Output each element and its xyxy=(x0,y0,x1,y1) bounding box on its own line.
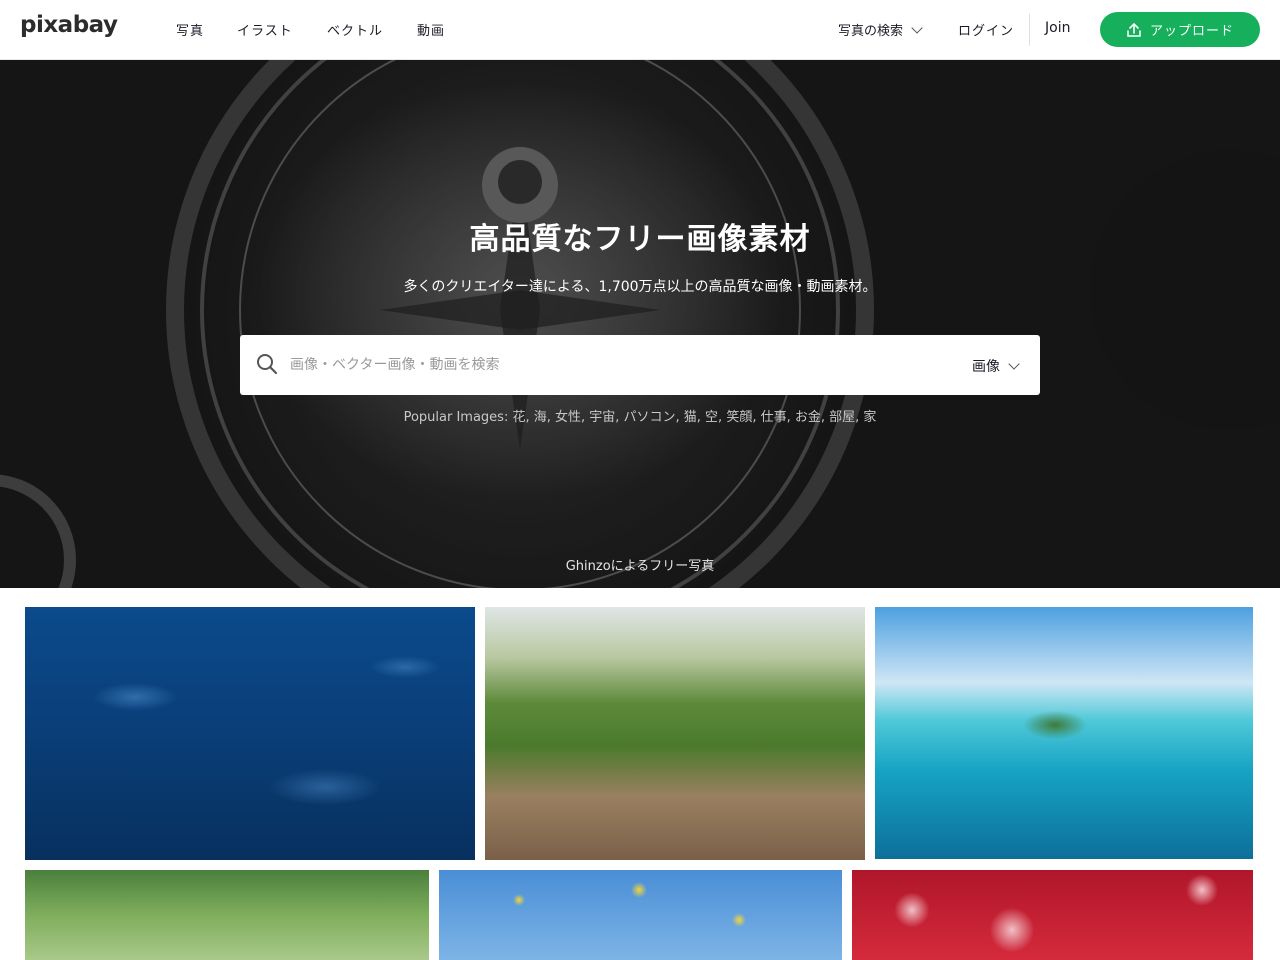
hero-title: 高品質なフリー画像素材 xyxy=(469,222,811,257)
search-category-label: 画像 xyxy=(972,359,1000,375)
upload-icon xyxy=(1127,22,1141,37)
gallery-image-tropical-island[interactable] xyxy=(875,607,1253,859)
nav-illustrations[interactable]: イラスト xyxy=(237,20,293,39)
chevron-down-icon xyxy=(911,22,923,34)
search-icon[interactable] xyxy=(256,353,278,375)
upload-button[interactable]: アップロード xyxy=(1100,12,1260,47)
gallery-image-rain-drops[interactable] xyxy=(25,607,475,860)
gallery-image-virus[interactable] xyxy=(852,870,1253,960)
gallery-image-banana-harvest[interactable] xyxy=(485,607,865,860)
login-link[interactable]: ログイン xyxy=(958,20,1014,39)
gallery-image-glass-garden[interactable] xyxy=(25,870,429,960)
pixabay-logo[interactable]: pixabay xyxy=(20,12,118,38)
nav-vectors[interactable]: ベクトル xyxy=(327,20,383,39)
photo-search-dropdown[interactable]: 写真の検索 xyxy=(838,20,923,39)
photo-credit[interactable]: Ghinzoによるフリー写真 xyxy=(0,555,1280,574)
join-link[interactable]: Join xyxy=(1045,20,1070,36)
search-input[interactable] xyxy=(290,347,950,383)
hero-banner: 高品質なフリー画像素材 多くのクリエイター達による、1,700万点以上の高品質な… xyxy=(0,60,1280,588)
upload-label: アップロード xyxy=(1149,24,1234,39)
hero-overlay xyxy=(0,60,1280,588)
header-divider xyxy=(1029,14,1030,46)
nav-photos[interactable]: 写真 xyxy=(176,20,204,39)
site-header: pixabay 写真 イラスト ベクトル 動画 写真の検索 ログイン Join … xyxy=(0,0,1280,60)
search-category-select[interactable]: 画像 xyxy=(972,356,1020,376)
photo-search-label: 写真の検索 xyxy=(838,24,904,39)
search-bar: 画像 xyxy=(240,335,1040,395)
gallery-image-yellow-blossoms[interactable] xyxy=(439,870,842,960)
nav-videos[interactable]: 動画 xyxy=(417,20,445,39)
hero-subtitle: 多くのクリエイター達による、1,700万点以上の高品質な画像・動画素材。 xyxy=(403,279,877,295)
popular-searches[interactable]: Popular Images: 花, 海, 女性, 宇宙, パソコン, 猫, 空… xyxy=(0,406,1280,425)
chevron-down-icon xyxy=(1008,358,1020,370)
